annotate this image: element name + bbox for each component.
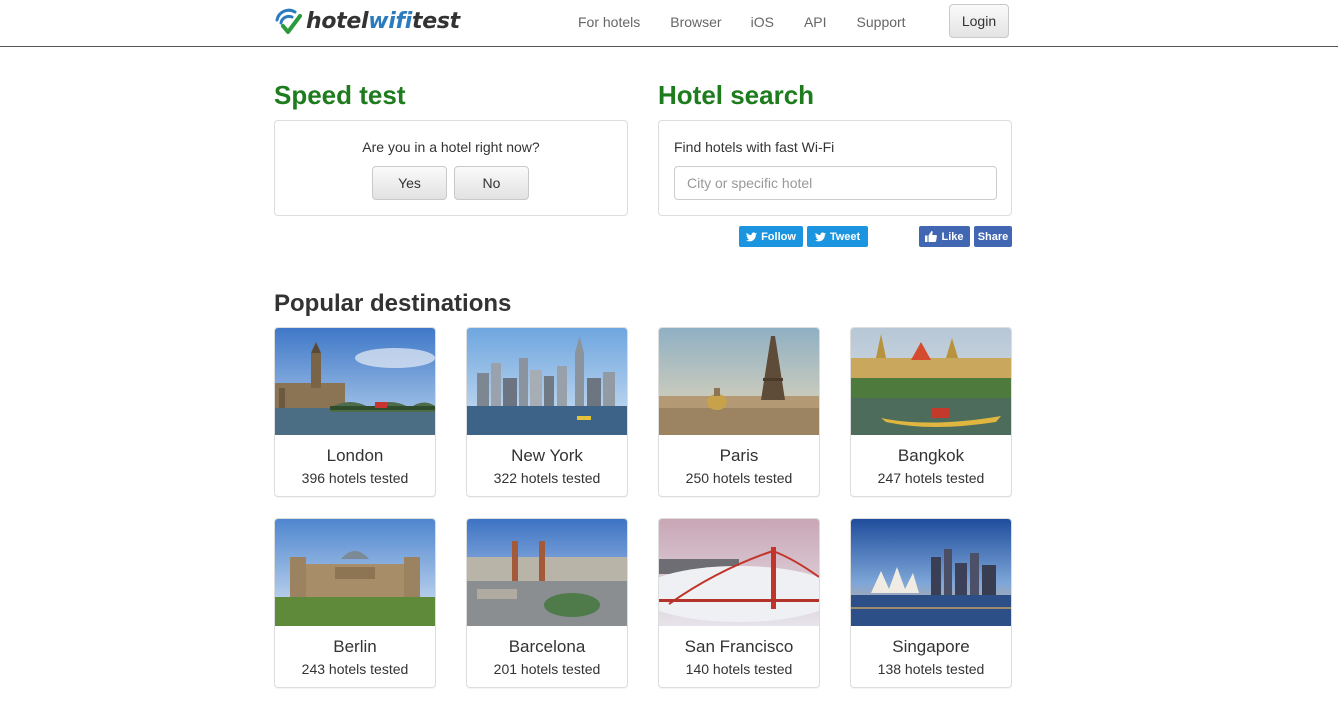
destination-card-san-francisco[interactable]: San Francisco 140 hotels tested bbox=[658, 518, 820, 688]
london-photo bbox=[275, 328, 435, 435]
hotel-search-input[interactable] bbox=[674, 166, 997, 200]
logo-wordmark: hotelwifitest bbox=[306, 8, 460, 34]
destination-card-bangkok[interactable]: Bangkok 247 hotels tested bbox=[850, 327, 1012, 497]
hotels-tested-count: 243 hotels tested bbox=[301, 661, 409, 677]
city-name: Paris bbox=[719, 446, 759, 465]
site-logo[interactable]: hotelwifitest bbox=[273, 6, 460, 36]
nav-browser[interactable]: Browser bbox=[670, 14, 721, 30]
city-name: San Francisco bbox=[684, 637, 794, 656]
paris-photo bbox=[659, 328, 819, 435]
berlin-photo bbox=[275, 519, 435, 626]
hotels-tested-count: 396 hotels tested bbox=[301, 470, 409, 486]
city-name: Barcelona bbox=[508, 637, 586, 656]
nav-ios[interactable]: iOS bbox=[751, 14, 774, 30]
new-york-photo bbox=[467, 328, 627, 435]
city-name: New York bbox=[511, 446, 583, 465]
destination-card-barcelona[interactable]: Barcelona 201 hotels tested bbox=[466, 518, 628, 688]
city-name: Bangkok bbox=[897, 446, 965, 465]
twitter-bird-icon bbox=[746, 231, 758, 242]
destination-card-singapore[interactable]: Singapore 138 hotels tested bbox=[850, 518, 1012, 688]
hotel-search-title: Hotel search bbox=[658, 80, 815, 110]
hotels-tested-count: 250 hotels tested bbox=[685, 470, 793, 486]
san-francisco-photo bbox=[659, 519, 819, 626]
nav-api[interactable]: API bbox=[804, 14, 827, 30]
twitter-bird-icon bbox=[814, 231, 826, 242]
facebook-like-button[interactable]: Like bbox=[919, 226, 970, 247]
destination-card-paris[interactable]: Paris 250 hotels tested bbox=[658, 327, 820, 497]
yes-button[interactable]: Yes bbox=[372, 166, 447, 200]
destination-card-new-york[interactable]: New York 322 hotels tested bbox=[466, 327, 628, 497]
nav-support[interactable]: Support bbox=[857, 14, 906, 30]
barcelona-photo bbox=[467, 519, 627, 626]
hotels-tested-count: 322 hotels tested bbox=[493, 470, 601, 486]
twitter-tweet-button[interactable]: Tweet bbox=[807, 226, 868, 247]
city-name: Singapore bbox=[892, 637, 970, 656]
hotels-tested-count: 247 hotels tested bbox=[877, 470, 985, 486]
speed-test-panel: Are you in a hotel right now? Yes No bbox=[274, 120, 628, 216]
destination-card-london[interactable]: London 396 hotels tested bbox=[274, 327, 436, 497]
facebook-share-button[interactable]: Share bbox=[974, 226, 1012, 247]
wifi-check-logo-icon bbox=[275, 8, 302, 34]
speed-test-title: Speed test bbox=[274, 80, 406, 110]
main-nav: For hotels Browser iOS API Support bbox=[578, 0, 936, 44]
login-button[interactable]: Login bbox=[949, 4, 1009, 38]
popular-destinations-title: Popular destinations bbox=[274, 290, 512, 317]
top-navbar: hotelwifitest For hotels Browser iOS API… bbox=[0, 0, 1338, 47]
singapore-photo bbox=[851, 519, 1011, 626]
city-name: Berlin bbox=[333, 637, 377, 656]
thumbs-up-icon bbox=[925, 231, 938, 242]
nav-for-hotels[interactable]: For hotels bbox=[578, 14, 640, 30]
hotel-search-panel: Find hotels with fast Wi-Fi bbox=[658, 120, 1012, 216]
no-button[interactable]: No bbox=[454, 166, 529, 200]
destination-card-berlin[interactable]: Berlin 243 hotels tested bbox=[274, 518, 436, 688]
hotel-question: Are you in a hotel right now? bbox=[362, 139, 540, 155]
hotel-search-label: Find hotels with fast Wi-Fi bbox=[674, 139, 835, 155]
city-name: London bbox=[326, 446, 384, 465]
twitter-follow-button[interactable]: Follow bbox=[739, 226, 803, 247]
bangkok-photo bbox=[851, 328, 1011, 435]
hotels-tested-count: 138 hotels tested bbox=[877, 661, 985, 677]
hotels-tested-count: 201 hotels tested bbox=[493, 661, 601, 677]
hotels-tested-count: 140 hotels tested bbox=[685, 661, 793, 677]
